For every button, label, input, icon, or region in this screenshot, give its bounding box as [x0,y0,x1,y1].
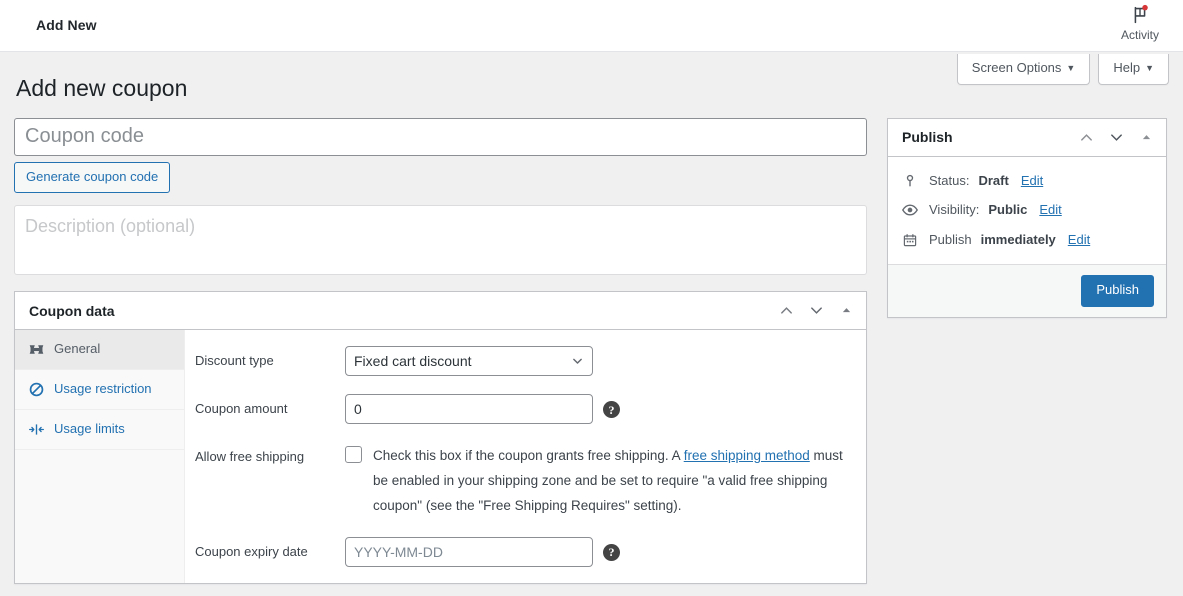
coupon-expiry-date-label: Coupon expiry date [195,543,308,559]
eye-icon [900,201,920,219]
chevron-down-icon[interactable] [1106,127,1126,147]
publish-panel-title: Publish [902,129,953,146]
chevron-down-icon: ▼ [1066,63,1076,73]
allow-free-shipping-description: Check this box if the coupon grants free… [373,444,852,519]
admin-top-bar: Add New Activity [0,0,1183,52]
tab-general[interactable]: General [15,330,184,371]
publish-schedule-row: Publish immediately Edit [900,225,1154,255]
screen-options-label: Screen Options [971,60,1062,75]
flag-icon [1109,3,1171,27]
tab-usage-restriction-label: Usage restriction [54,381,152,397]
discount-type-label: Discount type [195,353,274,369]
coupon-data-tabs: General Usage restriction Usage limits [15,330,185,583]
field-coupon-amount: Coupon amount ? [195,394,852,425]
help-label: Help [1113,60,1141,75]
allow-free-shipping-checkbox[interactable] [345,446,362,464]
field-discount-type: Discount type Fixed cart discount [195,346,852,377]
help-icon[interactable]: ? [603,543,620,561]
chevron-up-icon[interactable] [1076,127,1096,147]
field-allow-free-shipping: Allow free shipping Check this box if th… [195,442,852,519]
publish-button[interactable]: Publish [1081,275,1154,308]
screen-options-tab[interactable]: Screen Options ▼ [956,54,1091,85]
help-tab[interactable]: Help ▼ [1098,54,1169,85]
publish-status-row: Status: Draft Edit [900,166,1154,196]
edit-schedule-link[interactable]: Edit [1068,230,1090,250]
coupon-data-handle-actions [776,301,856,321]
publish-panel: Publish Status: Draft Edit Visibility: P… [887,117,1167,319]
publish-status-value: Draft [978,172,1009,188]
publish-panel-header: Publish [888,119,1166,157]
page-wrapper: Add new coupon Generate coupon code Coup… [0,52,1183,584]
discount-type-select[interactable]: Fixed cart discount [345,346,593,377]
ticket-icon [27,341,45,358]
coupon-amount-label: Coupon amount [195,401,288,417]
field-coupon-expiry-date: Coupon expiry date ? [195,536,852,567]
page-breadcrumb-title: Add New [36,17,97,33]
chevron-down-icon[interactable] [806,301,826,321]
coupon-data-title: Coupon data [29,302,115,319]
publish-visibility-prefix: Visibility: [929,202,980,218]
publish-status-prefix: Status: [929,172,970,188]
pin-icon [900,173,920,189]
tab-usage-limits-label: Usage limits [54,421,125,437]
edit-visibility-link[interactable]: Edit [1039,200,1061,220]
publish-visibility-value: Public [988,202,1028,218]
admin-columns: Generate coupon code Coupon data [14,117,1169,584]
tab-usage-restriction[interactable]: Usage restriction [15,370,184,411]
allow-free-shipping-label: Allow free shipping [195,449,305,465]
generate-coupon-code-button[interactable]: Generate coupon code [14,161,171,194]
coupon-amount-input[interactable] [345,394,593,425]
tab-usage-limits[interactable]: Usage limits [15,410,184,451]
chevron-up-icon[interactable] [776,301,796,321]
publish-schedule-prefix: Publish [929,231,972,247]
screen-meta-tabs: Screen Options ▼ Help ▼ [956,54,1169,85]
coupon-code-input[interactable] [14,117,867,156]
coupon-expiry-date-input[interactable] [345,536,593,567]
coupon-data-panel-header: Coupon data [15,292,866,331]
edit-status-link[interactable]: Edit [1021,171,1043,191]
publish-visibility-row: Visibility: Public Edit [900,195,1154,225]
discount-type-select-wrapper: Fixed cart discount [345,346,593,377]
help-icon[interactable]: ? [603,401,620,419]
publish-panel-body: Status: Draft Edit Visibility: Public Edit [888,157,1166,265]
tab-general-label: General [54,341,101,357]
activity-label: Activity [1120,28,1159,42]
chevron-down-icon: ▼ [1145,63,1154,73]
calendar-icon [900,232,920,248]
activity-button[interactable]: Activity [1109,3,1171,42]
toggle-triangle-icon[interactable] [1136,127,1156,147]
block-icon [27,381,45,398]
toggle-triangle-icon[interactable] [836,301,856,321]
free-shipping-method-link[interactable]: free shipping method [684,448,810,463]
coupon-data-fields: Discount type Fixed cart discount Coupon… [185,330,866,583]
publish-handle-actions [1076,127,1156,147]
free-shipping-text-before: Check this box if the coupon grants free… [373,448,684,464]
coupon-data-panel: Coupon data General Usage restriction Us… [14,291,867,584]
publish-schedule-value: immediately [980,231,1056,247]
coupon-data-body: General Usage restriction Usage limits D… [15,330,866,583]
publish-panel-footer: Publish [888,264,1166,318]
side-column: Publish Status: Draft Edit Visibility: P… [887,117,1167,319]
limit-icon [27,421,45,438]
coupon-description-input[interactable] [14,205,867,276]
main-column: Generate coupon code Coupon data [14,117,867,584]
